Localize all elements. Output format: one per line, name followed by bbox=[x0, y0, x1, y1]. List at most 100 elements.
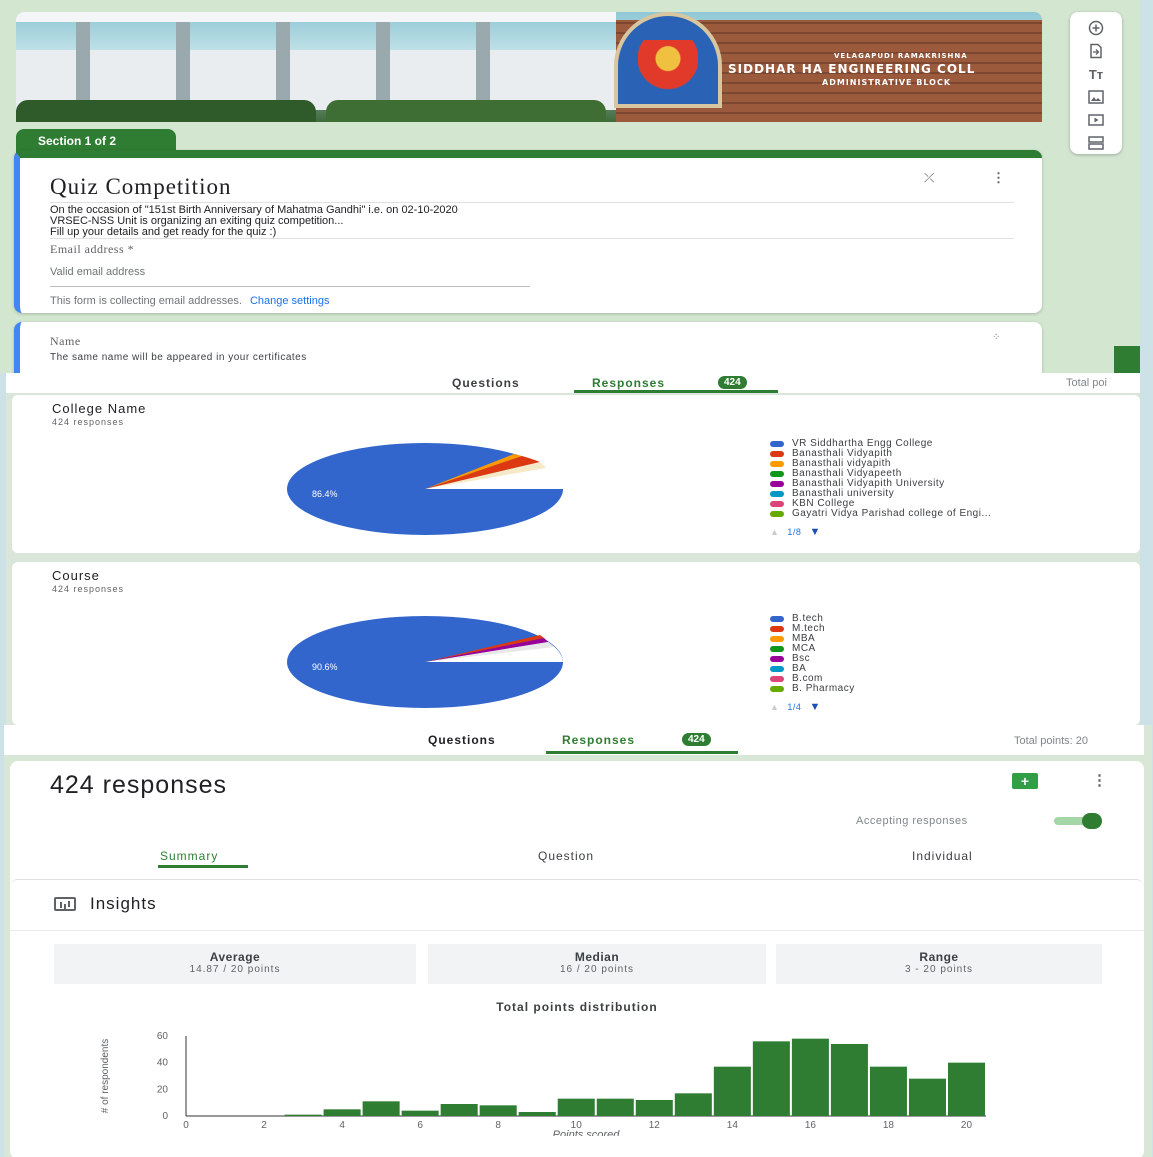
legend-label: B. Pharmacy bbox=[792, 683, 855, 694]
summary-card: 424 responses + ⋮ Accepting responses Su… bbox=[10, 761, 1144, 895]
x-axis-title: Points scored bbox=[553, 1129, 621, 1136]
add-image-icon[interactable] bbox=[1085, 87, 1107, 107]
create-spreadsheet-icon[interactable]: + bbox=[1012, 773, 1038, 789]
course-pie-chart[interactable]: 90.6% bbox=[282, 612, 572, 712]
responses-tabbar: Questions Responses 424 Total poi bbox=[6, 373, 1140, 393]
form-title[interactable]: Quiz Competition bbox=[50, 174, 231, 200]
legend-swatch bbox=[770, 461, 784, 467]
tab-questions[interactable]: Questions bbox=[452, 376, 520, 390]
x-tick-label: 0 bbox=[183, 1120, 189, 1131]
tab-responses[interactable]: Responses bbox=[592, 376, 665, 390]
title-underline bbox=[50, 202, 1014, 203]
histogram-bar bbox=[362, 1101, 400, 1116]
page-indicator: 1/4 bbox=[787, 702, 802, 712]
legend-swatch bbox=[770, 441, 784, 447]
x-tick-label: 12 bbox=[649, 1120, 661, 1131]
import-questions-icon[interactable] bbox=[1085, 41, 1107, 61]
more-options-icon[interactable]: ⋮ bbox=[992, 170, 1005, 186]
email-field[interactable]: Valid email address bbox=[50, 266, 145, 278]
x-tick-label: 4 bbox=[339, 1120, 345, 1131]
add-title-icon[interactable]: Tт bbox=[1085, 64, 1107, 84]
course-chart-card: Course 424 responses 90.6% B.tech M.tech M… bbox=[12, 562, 1140, 725]
add-question-icon[interactable] bbox=[1085, 18, 1107, 38]
x-tick-label: 14 bbox=[727, 1120, 739, 1131]
y-tick-label: 0 bbox=[162, 1111, 168, 1122]
pie-percent-label: 86.4% bbox=[312, 489, 338, 499]
x-tick-label: 18 bbox=[883, 1120, 895, 1131]
legend-swatch bbox=[770, 451, 784, 457]
legend-swatch bbox=[770, 666, 784, 672]
statue-image bbox=[638, 40, 698, 102]
x-tick-label: 6 bbox=[417, 1120, 423, 1131]
legend-swatch bbox=[770, 501, 784, 507]
total-points-label: Total poi bbox=[1066, 377, 1107, 389]
email-label: Email address * bbox=[50, 242, 135, 256]
chart-title: Course bbox=[52, 568, 100, 583]
page-down-icon[interactable]: ▼ bbox=[809, 702, 820, 713]
legend-label: Gayatri Vidya Parishad college of Engi..… bbox=[792, 508, 992, 519]
tab-summary[interactable]: Summary bbox=[160, 849, 218, 863]
average-stat: Average 14.87 / 20 points bbox=[54, 944, 416, 984]
histogram-bar bbox=[479, 1105, 517, 1116]
college-name-chart-card: College Name 424 responses 86.4% VR Sidd… bbox=[12, 395, 1140, 553]
histogram-bar bbox=[440, 1104, 478, 1116]
scroll-indicator bbox=[1114, 346, 1140, 373]
banner-college-name: SIDDHAR HA ENGINEERING COLL bbox=[728, 62, 976, 76]
legend-item: Gayatri Vidya Parishad college of Engi..… bbox=[770, 509, 991, 519]
name-question-card[interactable]: Name The same name will be appeared in y… bbox=[14, 322, 1042, 373]
accepting-responses-label: Accepting responses bbox=[856, 815, 968, 827]
page-indicator: 1/8 bbox=[787, 527, 802, 537]
floating-toolbar: Tт bbox=[1070, 12, 1122, 154]
histogram-bar bbox=[635, 1100, 673, 1116]
legend-swatch bbox=[770, 491, 784, 497]
legend-item: Bsc bbox=[770, 654, 855, 664]
tab-responses[interactable]: Responses bbox=[562, 733, 635, 747]
collecting-note: This form is collecting email addresses.… bbox=[50, 295, 330, 307]
responses-tabbar: Questions Responses 424 Total points: 20 bbox=[4, 725, 1144, 755]
legend-swatch bbox=[770, 471, 784, 477]
page-up-icon[interactable]: ▲ bbox=[770, 702, 779, 712]
tab-question[interactable]: Question bbox=[538, 849, 594, 863]
legend-item: B. Pharmacy bbox=[770, 684, 855, 694]
page-down-icon[interactable]: ▼ bbox=[809, 527, 820, 538]
chart-subtitle: 424 responses bbox=[52, 584, 125, 594]
page-up-icon[interactable]: ▲ bbox=[770, 527, 779, 537]
legend-swatch bbox=[770, 646, 784, 652]
responses-summary-screenshot: Questions Responses 424 Total points: 20… bbox=[4, 725, 1152, 1157]
accepting-responses-toggle[interactable] bbox=[1054, 813, 1110, 829]
histogram-bar bbox=[830, 1044, 868, 1116]
add-video-icon[interactable] bbox=[1085, 110, 1107, 130]
total-points-label: Total points: 20 bbox=[1014, 735, 1088, 747]
legend-pager: ▲ 1/4 ▼ bbox=[770, 702, 855, 713]
collapse-icon[interactable]: ⤫ bbox=[924, 170, 934, 186]
form-description[interactable]: On the occasion of "151st Birth Annivers… bbox=[50, 205, 458, 238]
histogram-bar bbox=[713, 1066, 751, 1116]
drag-handle-icon[interactable]: ⁘ bbox=[992, 332, 1000, 343]
change-settings-link[interactable]: Change settings bbox=[250, 295, 330, 307]
y-tick-label: 60 bbox=[157, 1031, 169, 1042]
college-pie-chart[interactable]: 86.4% bbox=[282, 439, 572, 539]
form-header-card[interactable]: Quiz Competition ⤫ ⋮ On the occasion of … bbox=[14, 150, 1042, 313]
legend-swatch bbox=[770, 656, 784, 662]
more-options-icon[interactable]: ⋮ bbox=[1092, 771, 1107, 789]
tab-individual[interactable]: Individual bbox=[912, 849, 973, 863]
histogram-bar bbox=[947, 1062, 985, 1116]
legend-pager: ▲ 1/8 ▼ bbox=[770, 527, 991, 538]
name-label: Name bbox=[50, 334, 81, 348]
college-legend: VR Siddhartha Engg College Banasthali Vid… bbox=[770, 439, 991, 538]
name-hint: The same name will be appeared in your c… bbox=[50, 352, 307, 363]
responses-charts-screenshot: Questions Responses 424 Total poi Colleg… bbox=[6, 373, 1140, 725]
pie-percent-label: 90.6% bbox=[312, 662, 338, 672]
insights-card: Insights Average 14.87 / 20 points Media… bbox=[10, 879, 1144, 1157]
histogram-bar bbox=[401, 1110, 439, 1116]
histogram-bar bbox=[908, 1078, 946, 1116]
y-tick-label: 20 bbox=[157, 1084, 169, 1095]
x-tick-label: 20 bbox=[961, 1120, 973, 1131]
banner-subtext: VELAGAPUDI RAMAKRISHNA bbox=[834, 52, 968, 60]
histogram-bar bbox=[869, 1066, 907, 1116]
tab-questions[interactable]: Questions bbox=[428, 733, 496, 747]
median-stat: Median 16 / 20 points bbox=[428, 944, 766, 984]
add-section-icon[interactable] bbox=[1085, 133, 1107, 153]
responses-count-badge: 424 bbox=[718, 376, 747, 389]
insights-icon bbox=[54, 897, 76, 911]
